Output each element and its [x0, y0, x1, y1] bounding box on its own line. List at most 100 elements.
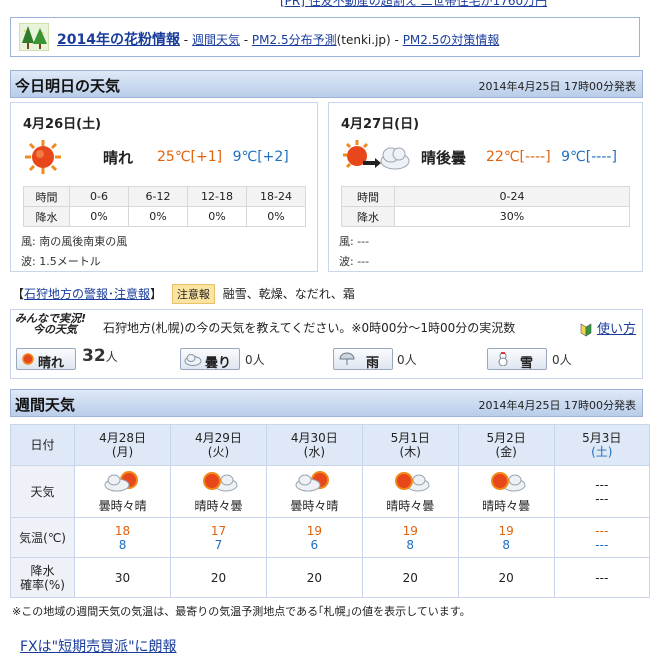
pollen-tree-icon [19, 23, 49, 51]
report-cloudy-button[interactable]: 曇り [180, 348, 240, 371]
temp-cell: 17 7 [170, 517, 267, 558]
precip-value: 30% [394, 206, 630, 227]
row-label: 時間 [23, 186, 70, 207]
separator: - [390, 33, 403, 47]
period: 0-24 [394, 186, 630, 207]
temp-cell: 19 8 [361, 517, 459, 558]
cloud-sun-icon [104, 470, 138, 491]
day-forecast-card-2: 4月27日(日) 晴後曇 22℃[----] 9℃[----] 時間 0-24 … [328, 102, 643, 272]
weekly-forecast-table: 日付 4月28日 (月) 4月29日 (火) 4月30日 (水) 5月1日 (木) 5月… [9, 424, 650, 598]
cloud-sun-icon [295, 470, 330, 491]
temperature: 22℃[----] 9℃[----] [486, 149, 617, 165]
pm25-measures-link[interactable]: PM2.5の対策情報 [403, 33, 500, 47]
wind-info: 風: 南の風後南東の風 [21, 235, 128, 248]
precip-value: 0% [128, 206, 188, 227]
fx-ad-link[interactable]: FXは"短期売買派"に朗報 [20, 636, 177, 656]
date-cell: 5月2日 (金) [457, 424, 555, 466]
precip-row: 降水 確率(%) 30 20 20 20 20 --- [9, 557, 650, 598]
pollen-info-bar: 2014年の花粉情報 - 週間天気 - PM2.5分布予測(tenki.jp) … [10, 17, 640, 57]
date-cell: 5月3日 (土) [553, 424, 650, 466]
row-label: 天気 [9, 465, 76, 518]
advisory-badge: 注意報 [171, 284, 215, 304]
report-snow-button[interactable]: 雪 [487, 348, 547, 371]
row-label: 降水 [23, 206, 70, 227]
report-sunny-button[interactable]: 晴れ [16, 348, 76, 371]
precip-table: 時間 0-24 降水 30% [341, 186, 630, 227]
snow-count: 0人 [552, 353, 572, 367]
today-tomorrow-header: 今日明日の天気 2014年4月25日 17時00分発表 [10, 70, 643, 98]
row-label: 気温(℃) [9, 517, 76, 558]
date-cell: 4月28日 (月) [74, 424, 172, 466]
issued-time: 2014年4月25日 17時00分発表 [478, 399, 636, 412]
period: 0-6 [69, 186, 129, 207]
button-label: 雨 [366, 356, 380, 371]
precip-cell: 30 [74, 557, 172, 598]
issued-time: 2014年4月25日 17時00分発表 [478, 80, 636, 93]
sun-then-cloud-icon [343, 140, 410, 170]
weather-text: 晴れ [103, 149, 134, 167]
precip-cell: --- [553, 557, 650, 598]
sun-icon [25, 140, 61, 174]
weather-text: 晴後曇 [421, 149, 467, 167]
umbrella-icon [339, 352, 355, 365]
section-title: 今日明日の天気 [15, 77, 121, 95]
precip-value: 0% [246, 206, 306, 227]
separator: - [239, 33, 252, 47]
minna-live-report: みんなで実況! 今の天気 石狩地方(札幌)の今の天気を教えてください。※0時00… [10, 309, 643, 379]
advisory-items: 融雪、乾燥、なだれ、霜 [222, 287, 355, 301]
wave-info: 波: --- [339, 255, 370, 268]
temp-row: 気温(℃) 18 8 17 7 19 6 19 8 19 8 --- --- [9, 517, 650, 558]
weather-cell: 晴時々曇 [457, 465, 555, 518]
high-temp-diff: [----] [519, 149, 551, 165]
top-ad-link[interactable]: [PR] 住友不動産の超割え 二世帯住宅が1760万円 [280, 0, 547, 9]
precip-cell: 20 [361, 557, 459, 598]
temperature: 25℃[+1] 9℃[+2] [157, 149, 289, 165]
wind-info: 風: --- [339, 235, 370, 248]
weekly-note: ※この地域の週間天気の気温は、最寄りの気温予測地点である｢札幌｣の値を表示してい… [12, 605, 471, 618]
row-label: 降水 [341, 206, 395, 227]
date-cell: 5月1日 (木) [361, 424, 459, 466]
tenki-source-label: (tenki.jp) [336, 33, 391, 47]
low-temp: 9℃ [232, 149, 258, 165]
sun-cloud-icon [203, 471, 238, 491]
period: 12-18 [187, 186, 247, 207]
snowman-icon [498, 352, 508, 366]
cloud-icon [184, 354, 202, 366]
minna-logo: みんなで実況! 今の天気 [15, 313, 86, 335]
high-temp-diff: [+1] [190, 149, 223, 165]
warning-line: 【石狩地方の警報･注意報】 注意報 融雪、乾燥、なだれ、霜 [12, 284, 355, 304]
day-forecast-card-1: 4月26日(土) 晴れ 25℃[+1] 9℃[+2] 時間 0-6 6-12 1… [10, 102, 318, 272]
cloudy-count: 0人 [245, 353, 265, 367]
precip-value: 0% [187, 206, 247, 227]
sun-cloud-icon [395, 471, 430, 491]
weekly-weather-link[interactable]: 週間天気 [192, 33, 240, 47]
button-label: 晴れ [38, 356, 65, 371]
weather-row: 天気 曇時々晴 晴時々曇 曇時々晴 晴時々曇 晴時々曇 --- --- [9, 465, 650, 518]
row-label: 降水 確率(%) [9, 557, 76, 598]
sun-cloud-icon [491, 471, 526, 491]
temp-cell: 18 8 [74, 517, 172, 558]
precip-cell: 20 [457, 557, 555, 598]
date-row: 日付 4月28日 (月) 4月29日 (火) 4月30日 (水) 5月1日 (木) 5月… [9, 424, 650, 466]
period: 6-12 [128, 186, 188, 207]
report-rain-button[interactable]: 雨 [333, 348, 393, 371]
precip-table: 時間 0-6 6-12 12-18 18-24 降水 0% 0% 0% 0% [23, 186, 306, 227]
pollen-2014-link[interactable]: 2014年の花粉情報 [57, 32, 180, 48]
pm25-forecast-link[interactable]: PM2.5分布予測 [252, 33, 337, 47]
row-label: 時間 [341, 186, 395, 207]
section-title: 週間天気 [15, 396, 76, 414]
usage-link[interactable]: 使い方 [597, 322, 636, 337]
period: 18-24 [246, 186, 306, 207]
weather-cell: 晴時々曇 [361, 465, 459, 518]
usage-link-wrap[interactable]: 使い方 [579, 318, 636, 337]
low-temp: 9℃ [561, 149, 586, 165]
button-label: 曇り [205, 356, 232, 371]
sun-icon [22, 353, 34, 365]
weather-cell: --- --- [553, 465, 650, 518]
warning-link[interactable]: 石狩地方の警報･注意報 [24, 287, 150, 301]
sunny-count: 32人 [82, 346, 118, 366]
separator: - [179, 33, 192, 47]
bracket: 】 [150, 287, 163, 301]
low-temp-diff: [+2] [257, 149, 289, 165]
bracket: 【 [12, 287, 25, 301]
